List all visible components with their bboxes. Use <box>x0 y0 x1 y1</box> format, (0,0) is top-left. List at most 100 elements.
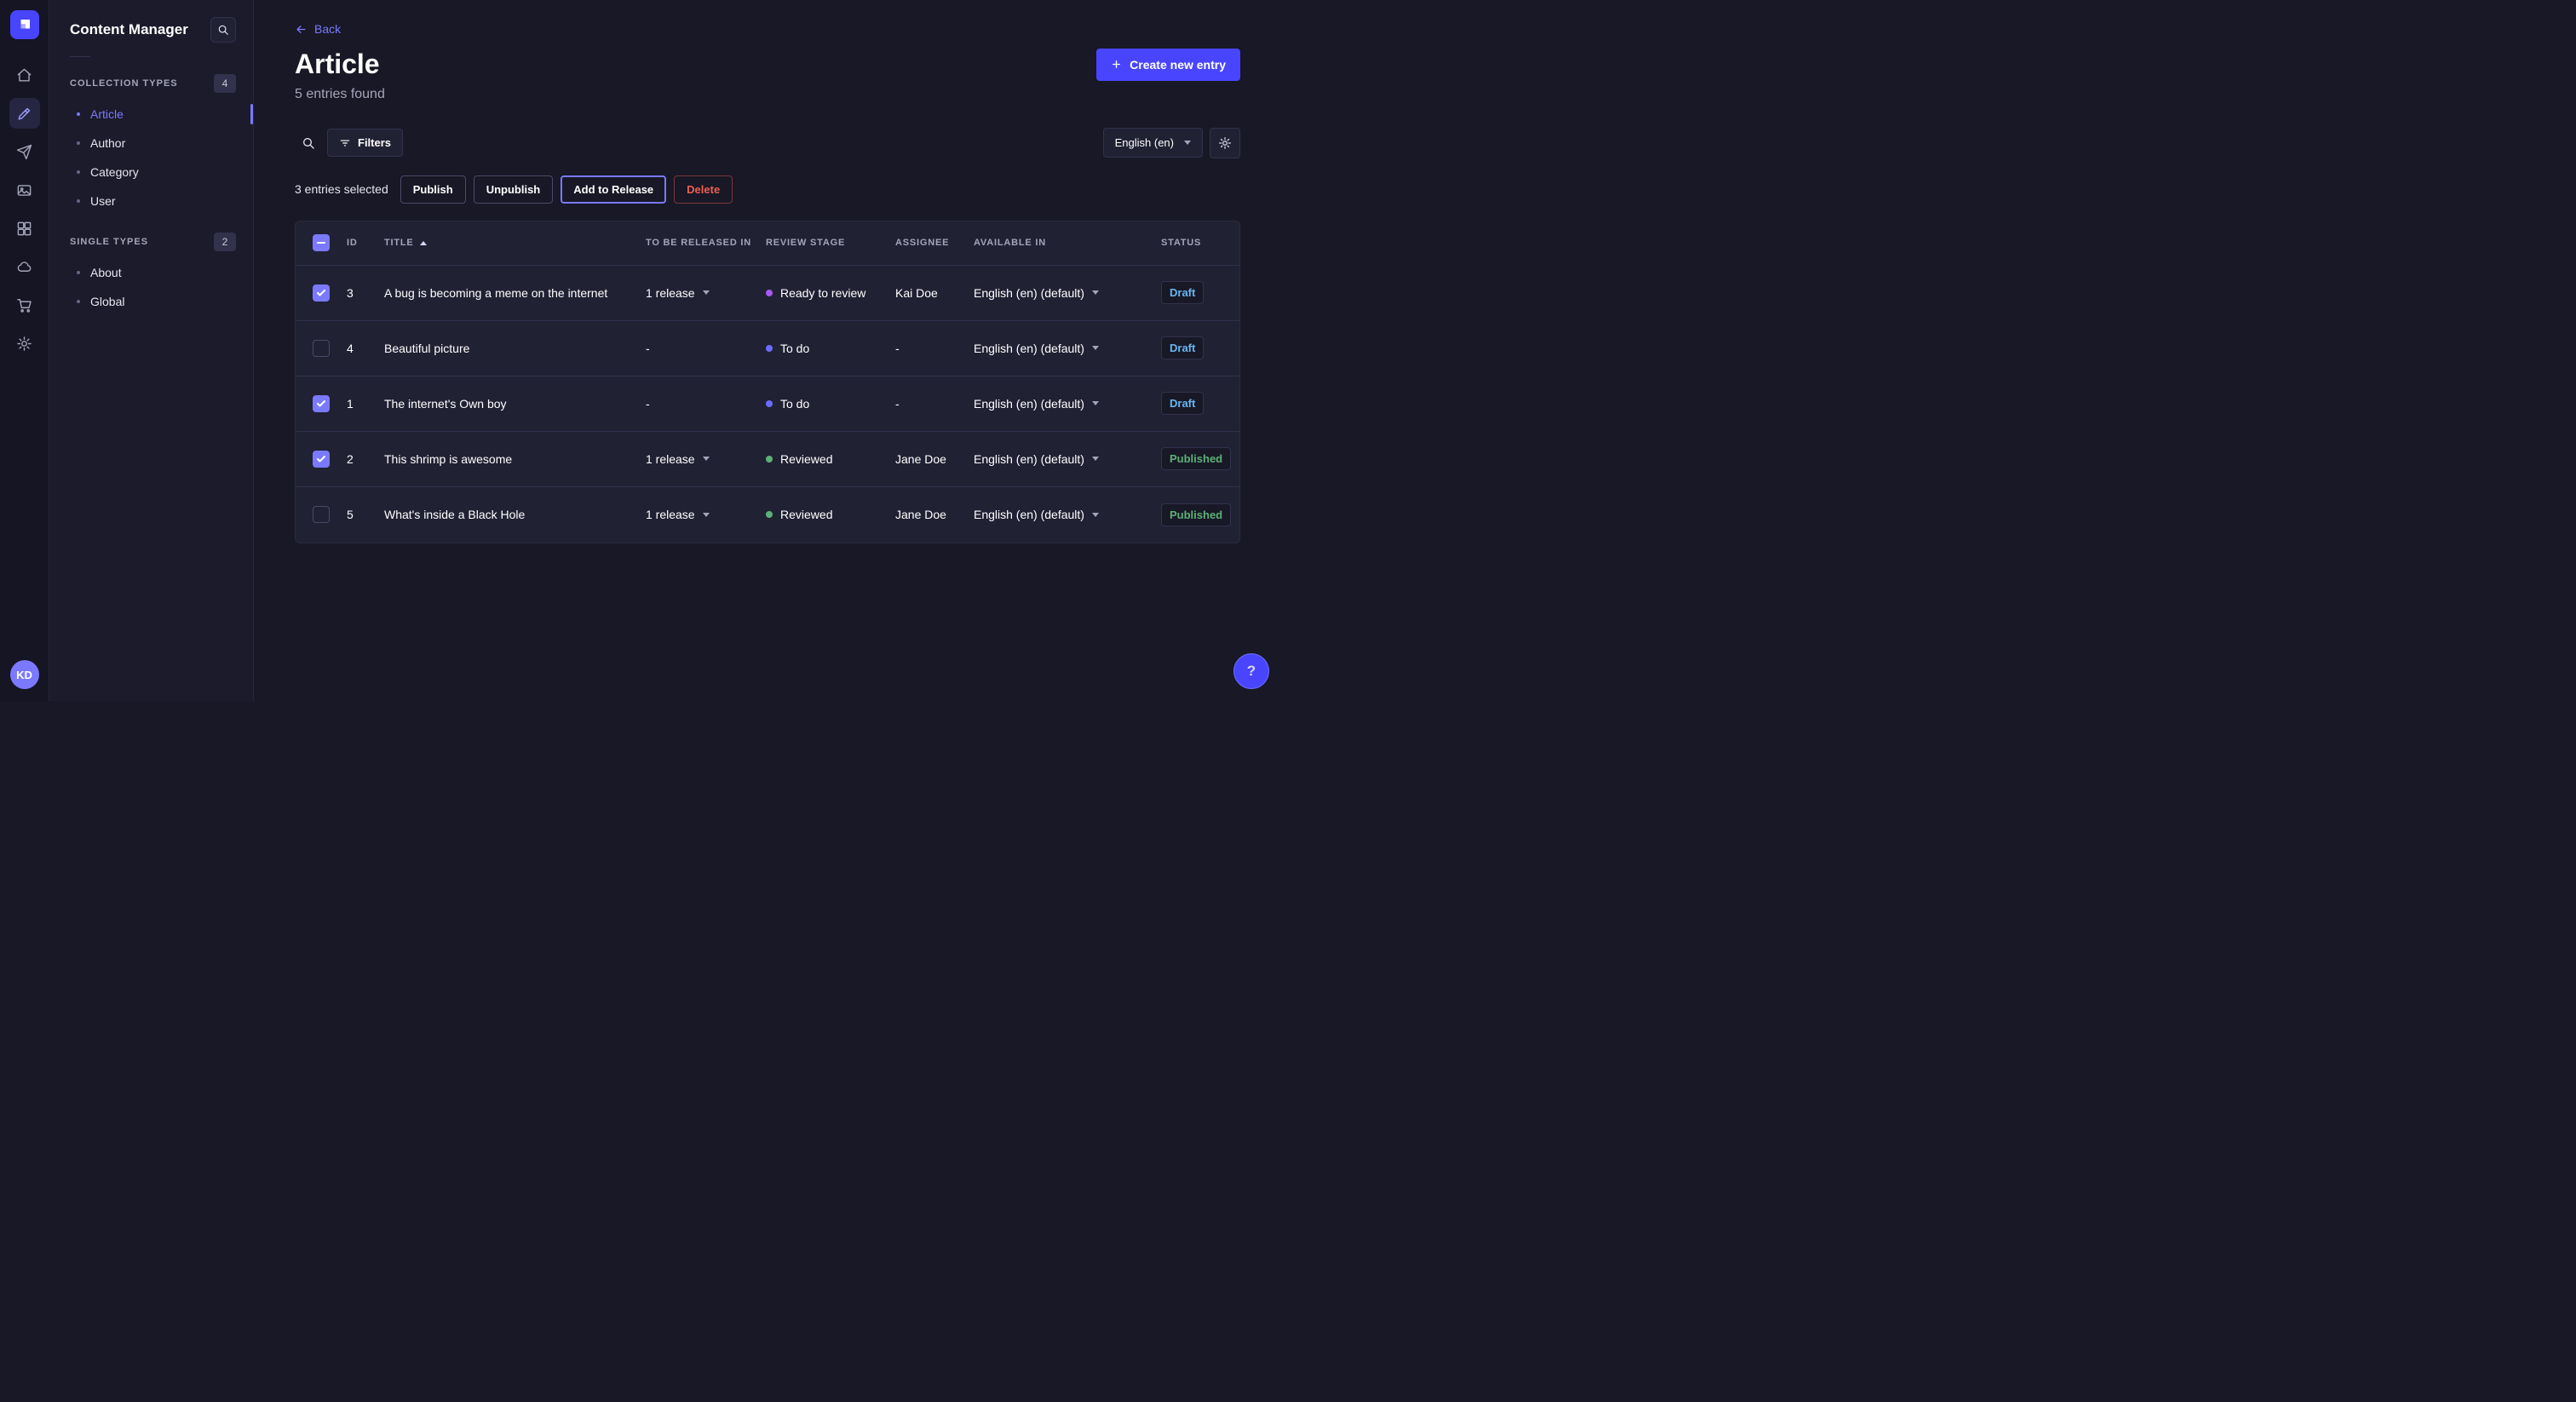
sidebar-item-label: About <box>90 266 122 279</box>
sidebar-item-label: Article <box>90 107 124 121</box>
user-avatar[interactable]: KD <box>10 660 39 689</box>
help-button[interactable]: ? <box>1233 653 1269 689</box>
sidebar-item-about[interactable]: About <box>49 258 253 287</box>
back-link[interactable]: Back <box>295 22 341 36</box>
table-row[interactable]: 5 What's inside a Black Hole 1 release R… <box>296 487 1239 543</box>
strapi-logo-icon <box>17 17 32 32</box>
filters-button[interactable]: Filters <box>327 129 403 157</box>
header-title: TITLE <box>384 238 646 248</box>
nav-home-icon[interactable] <box>9 60 40 90</box>
row-checkbox[interactable] <box>313 506 330 523</box>
nav-content-type-builder-icon[interactable] <box>9 213 40 244</box>
nav-content-manager-icon[interactable] <box>9 98 40 129</box>
chevron-down-icon <box>703 513 710 517</box>
chevron-down-icon <box>703 290 710 295</box>
select-all-checkbox[interactable] <box>313 234 330 251</box>
locale-dropdown[interactable]: English (en) (default) <box>974 286 1161 300</box>
back-label: Back <box>314 22 341 36</box>
selection-count: 3 entries selected <box>295 182 388 196</box>
table-header-row: ID TITLE TO BE RELEASED IN REVIEW STAGE … <box>296 221 1239 266</box>
chevron-down-icon <box>1092 513 1099 517</box>
row-checkbox[interactable] <box>313 284 330 302</box>
row-checkbox[interactable] <box>313 395 330 412</box>
chevron-down-icon <box>1092 290 1099 295</box>
stage-dot-icon <box>766 456 773 463</box>
locale-select[interactable]: English (en) <box>1103 128 1203 158</box>
status-badge: Published <box>1161 503 1231 526</box>
release-dropdown[interactable]: 1 release <box>646 508 766 521</box>
table-row[interactable]: 4 Beautiful picture - To do - English (e… <box>296 321 1239 376</box>
section-count-badge: 4 <box>214 74 236 93</box>
locale-dropdown[interactable]: English (en) (default) <box>974 397 1161 411</box>
unpublish-button[interactable]: Unpublish <box>474 175 554 204</box>
row-checkbox[interactable] <box>313 451 330 468</box>
header-review-stage: REVIEW STAGE <box>766 238 895 248</box>
release-dropdown[interactable]: 1 release <box>646 452 766 466</box>
filter-icon <box>339 137 351 149</box>
section-single-types: SINGLE TYPES 2 <box>49 224 253 258</box>
status-badge: Draft <box>1161 281 1204 304</box>
header-available-in: AVAILABLE IN <box>974 238 1161 248</box>
locale-dropdown[interactable]: English (en) (default) <box>974 508 1161 521</box>
sidebar-item-global[interactable]: Global <box>49 287 253 316</box>
plus-icon <box>1111 59 1122 70</box>
nav-settings-gear-icon[interactable] <box>9 328 40 359</box>
nav-marketplace-cart-icon[interactable] <box>9 290 40 320</box>
table-row[interactable]: 2 This shrimp is awesome 1 release Revie… <box>296 432 1239 487</box>
cell-review-stage: Reviewed <box>766 508 895 521</box>
sidebar-item-user[interactable]: User <box>49 187 253 215</box>
view-settings-button[interactable] <box>1210 128 1240 158</box>
locale-dropdown[interactable]: English (en) (default) <box>974 342 1161 355</box>
section-label: SINGLE TYPES <box>70 237 148 247</box>
delete-button[interactable]: Delete <box>674 175 733 204</box>
nav-deploy-cloud-icon[interactable] <box>9 251 40 282</box>
bullet-icon <box>77 170 80 174</box>
search-icon <box>217 24 229 36</box>
sidebar-item-article[interactable]: Article <box>49 100 253 129</box>
cell-title: Beautiful picture <box>384 342 646 355</box>
search-icon <box>302 136 315 150</box>
cell-assignee: - <box>895 342 974 355</box>
locale-value: English (en) <box>1115 136 1174 149</box>
cell-release: - <box>646 397 766 411</box>
stage-dot-icon <box>766 345 773 352</box>
cell-id: 1 <box>347 397 384 411</box>
cell-review-stage: Reviewed <box>766 452 895 466</box>
chevron-down-icon <box>1184 141 1191 145</box>
filters-label: Filters <box>358 136 391 149</box>
nav-rail: KD <box>0 0 49 701</box>
table-row[interactable]: 1 The internet's Own boy - To do - Engli… <box>296 376 1239 432</box>
row-checkbox[interactable] <box>313 340 330 357</box>
nav-releases-icon[interactable] <box>9 136 40 167</box>
nav-media-library-icon[interactable] <box>9 175 40 205</box>
bullet-icon <box>77 141 80 145</box>
gear-icon <box>1218 136 1232 150</box>
bullet-icon <box>77 112 80 116</box>
arrow-left-icon <box>295 23 308 36</box>
sidebar-title: Content Manager <box>70 21 188 38</box>
cell-title: The internet's Own boy <box>384 397 646 411</box>
sort-ascending-icon[interactable] <box>420 241 427 245</box>
chevron-down-icon <box>1092 346 1099 350</box>
strapi-logo[interactable] <box>10 10 39 39</box>
sidebar-item-label: User <box>90 194 116 208</box>
locale-dropdown[interactable]: English (en) (default) <box>974 452 1161 466</box>
table-row[interactable]: 3 A bug is becoming a meme on the intern… <box>296 266 1239 321</box>
sidebar-item-author[interactable]: Author <box>49 129 253 158</box>
cell-id: 2 <box>347 452 384 466</box>
page-title: Article <box>295 49 380 80</box>
publish-button[interactable]: Publish <box>400 175 466 204</box>
stage-dot-icon <box>766 290 773 296</box>
divider <box>70 56 90 57</box>
header-id: ID <box>347 238 384 248</box>
list-search-button[interactable] <box>295 129 322 157</box>
header-status: STATUS <box>1161 238 1239 248</box>
cell-id: 5 <box>347 508 384 521</box>
create-new-entry-label: Create new entry <box>1130 58 1226 72</box>
chevron-down-icon <box>703 457 710 461</box>
release-dropdown[interactable]: 1 release <box>646 286 766 300</box>
sidebar-search-button[interactable] <box>210 17 236 43</box>
create-new-entry-button[interactable]: Create new entry <box>1096 49 1240 81</box>
sidebar-item-category[interactable]: Category <box>49 158 253 187</box>
add-to-release-button[interactable]: Add to Release <box>561 175 666 204</box>
